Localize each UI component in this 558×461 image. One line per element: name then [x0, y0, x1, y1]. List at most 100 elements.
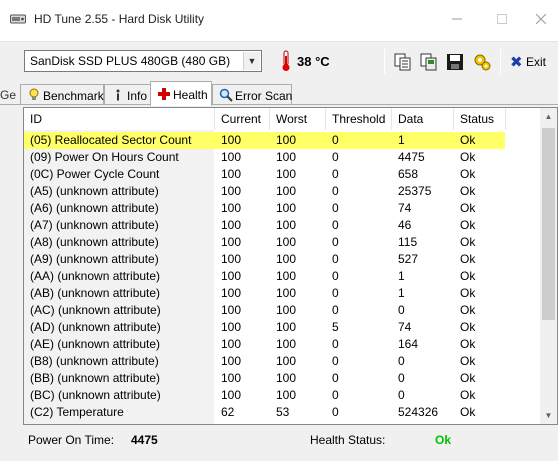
cell-current: 100: [221, 269, 242, 283]
hidden-tab-fragment[interactable]: Ge: [0, 88, 16, 102]
table-row[interactable]: (AA) (unknown attribute) 100 100 0 1 Ok: [24, 268, 536, 285]
column-header-worst[interactable]: Worst: [270, 108, 326, 130]
drive-select[interactable]: SanDisk SSD PLUS 480GB (480 GB) ▼: [24, 50, 262, 72]
column-header-status[interactable]: Status: [454, 108, 506, 130]
tab-health[interactable]: Health: [150, 81, 212, 106]
cell-threshold: 0: [332, 354, 339, 368]
cell-id: (0C) Power Cycle Count: [30, 167, 160, 181]
cell-status: Ok: [460, 252, 476, 266]
cell-threshold: 0: [332, 252, 339, 266]
cell-worst: 100: [276, 150, 297, 164]
column-header-id[interactable]: ID: [24, 108, 215, 130]
cell-id: (C2) Temperature: [30, 405, 124, 419]
save-icon[interactable]: [446, 53, 464, 71]
cell-data: 74: [398, 201, 412, 215]
table-row[interactable]: (0C) Power Cycle Count 100 100 0 658 Ok: [24, 166, 536, 183]
hd-tune-app-icon: [10, 14, 26, 24]
cell-status: Ok: [460, 405, 476, 419]
scrollbar-thumb[interactable]: [542, 128, 555, 320]
cell-threshold: 0: [332, 218, 339, 232]
cell-id: (BC) (unknown attribute): [30, 388, 161, 402]
table-row[interactable]: (AD) (unknown attribute) 100 100 5 74 Ok: [24, 319, 536, 336]
copy-screenshot-icon[interactable]: [420, 53, 438, 71]
copy-text-icon[interactable]: [394, 53, 412, 71]
cell-current: 100: [221, 252, 242, 266]
vertical-scrollbar[interactable]: ▲ ▼: [540, 108, 557, 424]
tab-benchmark[interactable]: Benchmark: [20, 84, 104, 105]
table-row[interactable]: (AC) (unknown attribute) 100 100 0 0 Ok: [24, 302, 536, 319]
cell-current: 100: [221, 337, 242, 351]
cell-threshold: 0: [332, 184, 339, 198]
table-row[interactable]: (B8) (unknown attribute) 100 100 0 0 Ok: [24, 353, 536, 370]
table-row[interactable]: (A8) (unknown attribute) 100 100 0 115 Ok: [24, 234, 536, 251]
cell-current: 100: [221, 150, 242, 164]
scroll-up-arrow-icon[interactable]: ▲: [540, 108, 557, 125]
cell-data: 115: [398, 235, 418, 249]
cell-id: (09) Power On Hours Count: [30, 150, 179, 164]
thermometer-icon: [282, 50, 290, 71]
cell-data: 74: [398, 320, 412, 334]
cell-worst: 100: [276, 201, 297, 215]
cell-id: (A7) (unknown attribute): [30, 218, 159, 232]
column-header-current[interactable]: Current: [215, 108, 270, 130]
cell-status: Ok: [460, 235, 476, 249]
table-row[interactable]: (BB) (unknown attribute) 100 100 0 0 Ok: [24, 370, 536, 387]
table-row[interactable]: (A7) (unknown attribute) 100 100 0 46 Ok: [24, 217, 536, 234]
options-icon[interactable]: [473, 53, 491, 71]
cell-current: 100: [221, 371, 242, 385]
cell-worst: 100: [276, 133, 297, 147]
cell-status: Ok: [460, 167, 476, 181]
cell-data: 524326: [398, 405, 439, 419]
cell-threshold: 0: [332, 235, 339, 249]
table-row[interactable]: (A6) (unknown attribute) 100 100 0 74 Ok: [24, 200, 536, 217]
health-cross-icon: [158, 88, 170, 100]
health-status-value: Ok: [435, 433, 452, 447]
scroll-down-arrow-icon[interactable]: ▼: [540, 407, 557, 424]
cell-current: 62: [221, 405, 235, 419]
lightbulb-icon: [29, 88, 39, 100]
cell-threshold: 0: [332, 405, 339, 419]
column-header-data[interactable]: Data: [392, 108, 454, 130]
cell-data: 0: [398, 354, 405, 368]
table-row[interactable]: (BC) (unknown attribute) 100 100 0 0 Ok: [24, 387, 536, 404]
table-row[interactable]: (C2) Temperature 62 53 0 524326 Ok: [24, 404, 536, 421]
cell-status: Ok: [460, 388, 476, 402]
column-header-threshold[interactable]: Threshold: [326, 108, 392, 130]
table-row[interactable]: (05) Reallocated Sector Count 100 100 0 1 Ok: [24, 132, 505, 149]
table-row[interactable]: (AB) (unknown attribute) 100 100 0 1 Ok: [24, 285, 536, 302]
cell-data: 0: [398, 303, 405, 317]
maximize-button[interactable]: [487, 6, 517, 34]
cell-data: 1: [398, 269, 405, 283]
cell-status: Ok: [460, 303, 476, 317]
cell-id: (A6) (unknown attribute): [30, 201, 159, 215]
table-row[interactable]: (09) Power On Hours Count 100 100 0 4475 Ok: [24, 149, 536, 166]
cell-id: (AD) (unknown attribute): [30, 320, 161, 334]
chevron-down-icon[interactable]: ▼: [243, 52, 260, 70]
cell-threshold: 0: [332, 133, 339, 147]
tab-info[interactable]: Info: [104, 84, 152, 105]
table-row[interactable]: (A9) (unknown attribute) 100 100 0 527 Ok: [24, 251, 536, 268]
minimize-button[interactable]: [442, 6, 472, 34]
cell-data: 658: [398, 167, 419, 181]
cell-worst: 100: [276, 388, 297, 402]
table-row[interactable]: (A5) (unknown attribute) 100 100 0 25375 Ok: [24, 183, 536, 200]
cell-current: 100: [221, 235, 242, 249]
cell-id: (AA) (unknown attribute): [30, 269, 161, 283]
cell-id: (05) Reallocated Sector Count: [30, 133, 192, 147]
tab-benchmark-label: Benchmark: [43, 89, 104, 103]
table-header: ID Current Worst Threshold Data Status: [24, 108, 536, 130]
cell-data: 4475: [398, 150, 425, 164]
cell-current: 100: [221, 201, 242, 215]
cell-data: 164: [398, 337, 419, 351]
cell-current: 100: [221, 320, 242, 334]
cell-data: 25375: [398, 184, 432, 198]
cell-current: 100: [221, 218, 242, 232]
power-on-time-label: Power On Time:: [28, 433, 115, 447]
exit-x-icon: ✖: [510, 54, 523, 71]
table-row[interactable]: (AE) (unknown attribute) 100 100 0 164 Ok: [24, 336, 536, 353]
cell-threshold: 0: [332, 150, 339, 164]
tab-error-scan[interactable]: Error Scan: [212, 84, 292, 105]
cell-id: (BB) (unknown attribute): [30, 371, 161, 385]
smart-attribute-table[interactable]: ID Current Worst Threshold Data Status (…: [23, 107, 558, 425]
close-button[interactable]: [526, 6, 556, 34]
